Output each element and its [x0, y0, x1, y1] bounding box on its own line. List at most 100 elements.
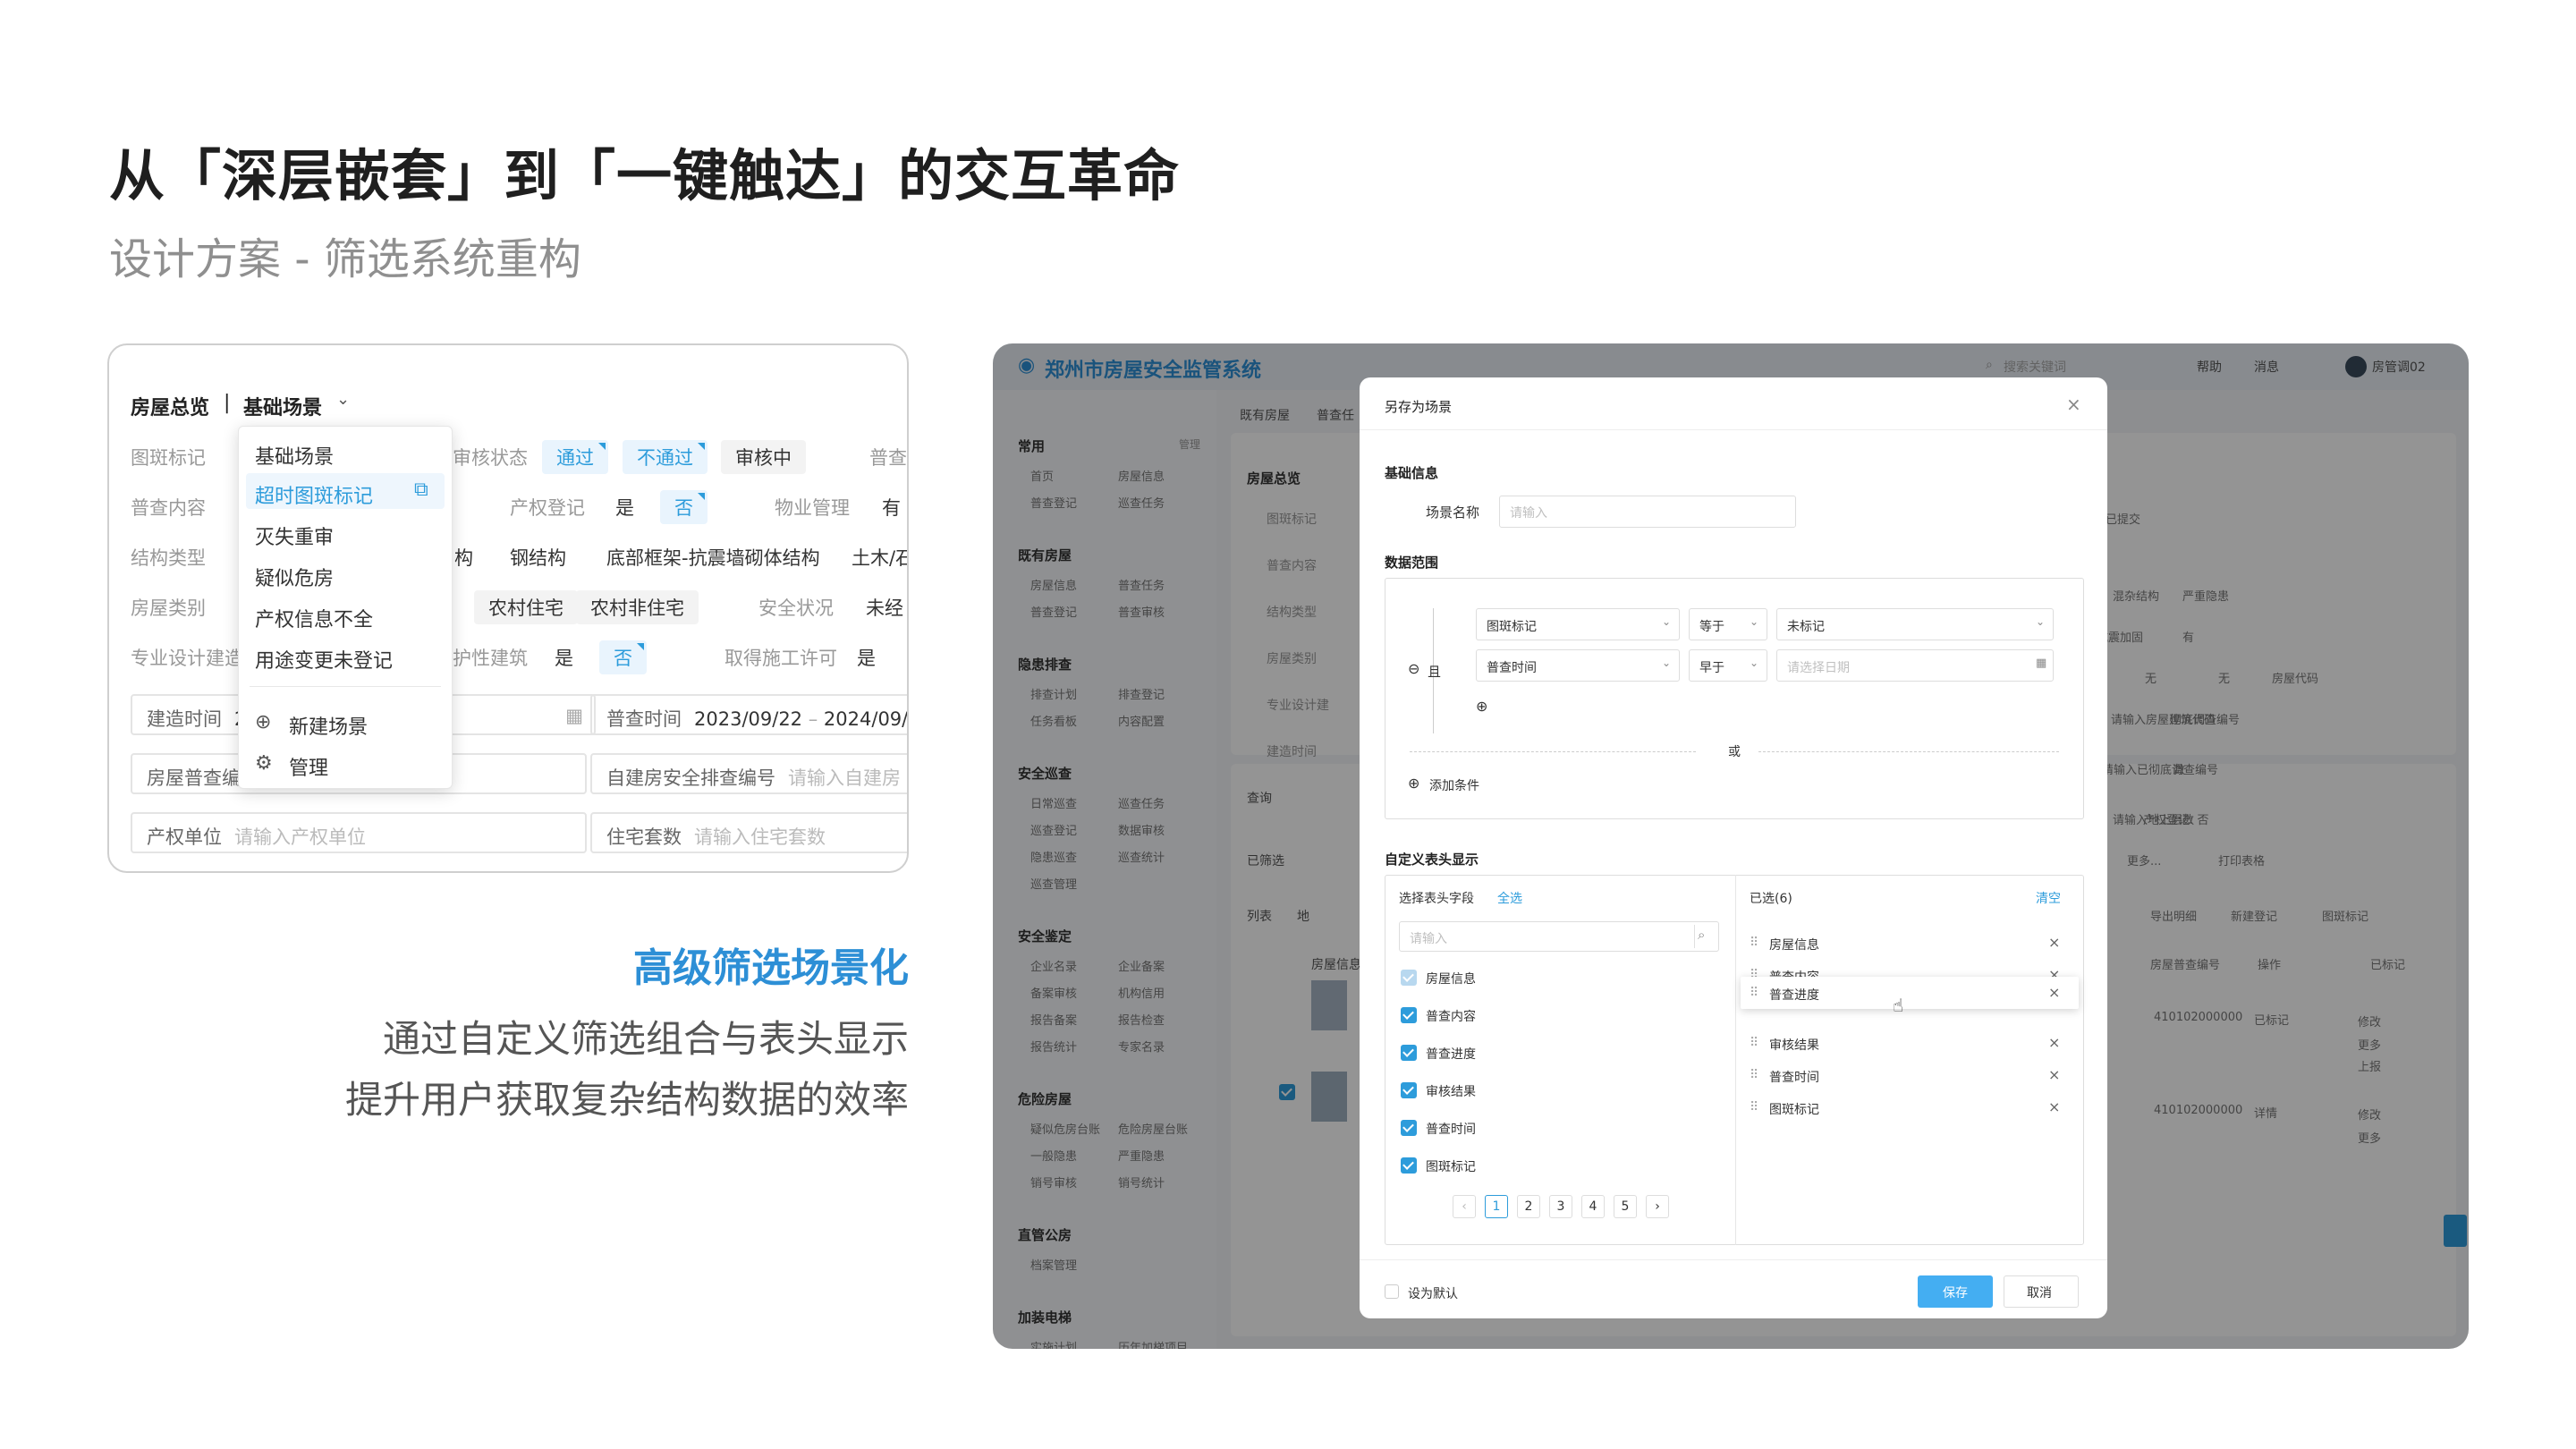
selected-count: 已选(6) [1750, 892, 1792, 906]
selected-item[interactable]: 普查进度 [1769, 986, 1819, 1004]
field-item[interactable]: 普查时间 [1426, 1120, 1476, 1138]
drag-handle-icon[interactable]: ⠿ [1750, 1068, 1758, 1082]
field-checkbox[interactable] [1401, 1007, 1417, 1023]
option-yes[interactable]: 是 [615, 494, 634, 521]
field-item[interactable]: 房屋信息 [1426, 970, 1476, 987]
search-icon[interactable]: ⌕ [1698, 927, 1705, 943]
page-3[interactable]: 3 [1549, 1195, 1572, 1218]
permit-label: 取得施工许可 [724, 648, 837, 669]
drag-handle-icon[interactable]: ⠿ [1750, 1036, 1758, 1050]
cond1-value-text: 未标记 [1787, 620, 1825, 634]
row-label: 普查 [869, 447, 907, 469]
cond1-field-value: 图斑标记 [1487, 620, 1537, 634]
option-frame[interactable]: 底部框架-抗震墙砌体结构 [606, 544, 820, 571]
selected-item[interactable]: 图斑标记 [1769, 1100, 1819, 1118]
page-4[interactable]: 4 [1581, 1195, 1605, 1218]
field-item[interactable]: 图斑标记 [1426, 1157, 1476, 1175]
chevron-down-icon: ⌄ [2036, 615, 2046, 628]
selected-item[interactable]: 普查时间 [1769, 1068, 1819, 1086]
units-field[interactable]: 住宅套数 请输入住宅套数 [590, 812, 907, 853]
next-page-icon[interactable]: › [1646, 1195, 1669, 1218]
default-checkbox[interactable] [1385, 1284, 1399, 1299]
minus-circle-icon[interactable]: ⊖ [1408, 660, 1419, 677]
date-from: 2023/09/22 [694, 708, 803, 730]
option-yes[interactable]: 是 [555, 644, 573, 671]
section-range: 数据范围 [1385, 555, 1439, 571]
scene-item-lost[interactable]: 灭失重审 [255, 521, 334, 550]
owner-field[interactable]: 产权单位 请输入产权单位 [131, 812, 587, 853]
remove-icon[interactable]: × [2048, 934, 2060, 951]
tag-no[interactable]: 否 [660, 490, 708, 524]
field-checkbox [1401, 970, 1417, 986]
page-title: 从「深层嵌套」到「一键触达」的交互革命 [109, 143, 1181, 208]
scene-item-incomplete[interactable]: 产权信息不全 [255, 604, 373, 632]
or-label: 或 [1728, 745, 1741, 759]
new-scene-item[interactable]: 新建场景 [289, 711, 368, 740]
tag-rural-nonhouse[interactable]: 农村非住宅 [576, 590, 699, 624]
drag-handle-icon[interactable]: ⠿ [1750, 986, 1758, 1000]
field-item[interactable]: 普查内容 [1426, 1007, 1476, 1025]
caption-line: 提升用户获取复杂结构数据的效率 [344, 1078, 909, 1122]
field-checkbox[interactable] [1401, 1157, 1417, 1174]
scene-item-overdue[interactable]: 超时图斑标记 [255, 480, 373, 509]
page-1[interactable]: 1 [1485, 1195, 1508, 1218]
field-placeholder: 请输入自建房 [788, 767, 901, 789]
survey-time-field[interactable]: 普查时间 2023/09/22 – 2024/09/2 [590, 694, 907, 735]
field-checkbox[interactable] [1401, 1045, 1417, 1061]
drag-handle-icon[interactable]: ⠿ [1750, 1100, 1758, 1114]
self-built-number-field[interactable]: 自建房安全排查编号 请输入自建房 [590, 753, 907, 794]
page-5[interactable]: 5 [1614, 1195, 1637, 1218]
add-condition-button[interactable]: 添加条件 [1429, 776, 1479, 794]
calendar-icon[interactable]: ▦ [565, 705, 583, 726]
page-2[interactable]: 2 [1517, 1195, 1540, 1218]
selected-item[interactable]: 房屋信息 [1769, 936, 1819, 953]
scene-item-basic[interactable]: 基础场景 [255, 441, 334, 470]
field-checkbox[interactable] [1401, 1120, 1417, 1136]
hand-cursor-icon: ☝ [1893, 995, 1904, 1016]
tag-fail[interactable]: 不通过 [623, 440, 708, 474]
remove-icon[interactable]: × [2048, 1098, 2060, 1115]
app-screenshot: ◉ 郑州市房屋安全监管系统 ⌕ 搜索关键词 帮助 消息 房管调02 常用 管理 首页… [993, 343, 2469, 1349]
remove-icon[interactable]: × [2048, 1034, 2060, 1051]
chevron-down-icon: ⌄ [1750, 657, 1759, 669]
field-placeholder: 请输入产权单位 [234, 826, 366, 848]
select-all-link[interactable]: 全选 [1497, 889, 1522, 907]
divider [1694, 925, 1695, 948]
edit-icon[interactable]: ⧉ [414, 479, 428, 501]
field-item[interactable]: 普查进度 [1426, 1045, 1476, 1063]
remove-icon[interactable]: × [2048, 1066, 2060, 1083]
field-item[interactable]: 审核结果 [1426, 1082, 1476, 1100]
field-label: 建造时间 [147, 708, 222, 730]
remove-icon[interactable]: × [2048, 984, 2060, 1001]
tag-reviewing[interactable]: 审核中 [721, 440, 806, 474]
selected-item[interactable]: 审核结果 [1769, 1036, 1819, 1054]
plus-circle-icon[interactable]: ⊕ [1476, 698, 1487, 715]
option-yes[interactable]: 是 [857, 644, 876, 671]
field-checkbox[interactable] [1401, 1082, 1417, 1098]
scene-item-suspected[interactable]: 疑似危房 [255, 563, 334, 591]
scene-item-usage-change[interactable]: 用途变更未登记 [255, 645, 393, 674]
option-unchecked[interactable]: 未经 [866, 594, 903, 621]
filter-card: 房屋总览 | 基础场景 ⌄ 图斑标记 普查内容 结构类型 房屋类别 专业设计建造… [107, 343, 909, 873]
select-fields-label: 选择表头字段 [1399, 892, 1474, 906]
tag-no[interactable]: 否 [599, 640, 647, 674]
option-has[interactable]: 有 [882, 494, 901, 521]
scene-selector[interactable]: 基础场景 [243, 392, 322, 420]
manage-item[interactable]: 管理 [289, 752, 328, 781]
option-earth[interactable]: 土木/石 [852, 544, 907, 571]
prev-page-icon[interactable]: ‹ [1453, 1195, 1476, 1218]
crumb-root[interactable]: 房屋总览 [131, 392, 209, 420]
drag-handle-icon[interactable]: ⠿ [1750, 936, 1758, 950]
field-placeholder: 请输入住宅套数 [694, 826, 826, 848]
chevron-down-icon: ⌄ [1662, 657, 1672, 669]
clear-link[interactable]: 清空 [2036, 889, 2061, 907]
tag-rural-house[interactable]: 农村住宅 [474, 590, 578, 624]
close-icon[interactable]: × [2066, 394, 2081, 415]
calendar-icon[interactable]: ▦ [2036, 657, 2046, 670]
row-label: 图斑标记 [131, 447, 206, 469]
tag-pass[interactable]: 通过 [542, 440, 608, 474]
option-steel[interactable]: 钢结构 [510, 544, 566, 571]
chevron-down-icon[interactable]: ⌄ [336, 390, 350, 409]
scene-name-placeholder: 请输入 [1510, 506, 1547, 521]
option-structure[interactable]: 构 [454, 544, 473, 571]
